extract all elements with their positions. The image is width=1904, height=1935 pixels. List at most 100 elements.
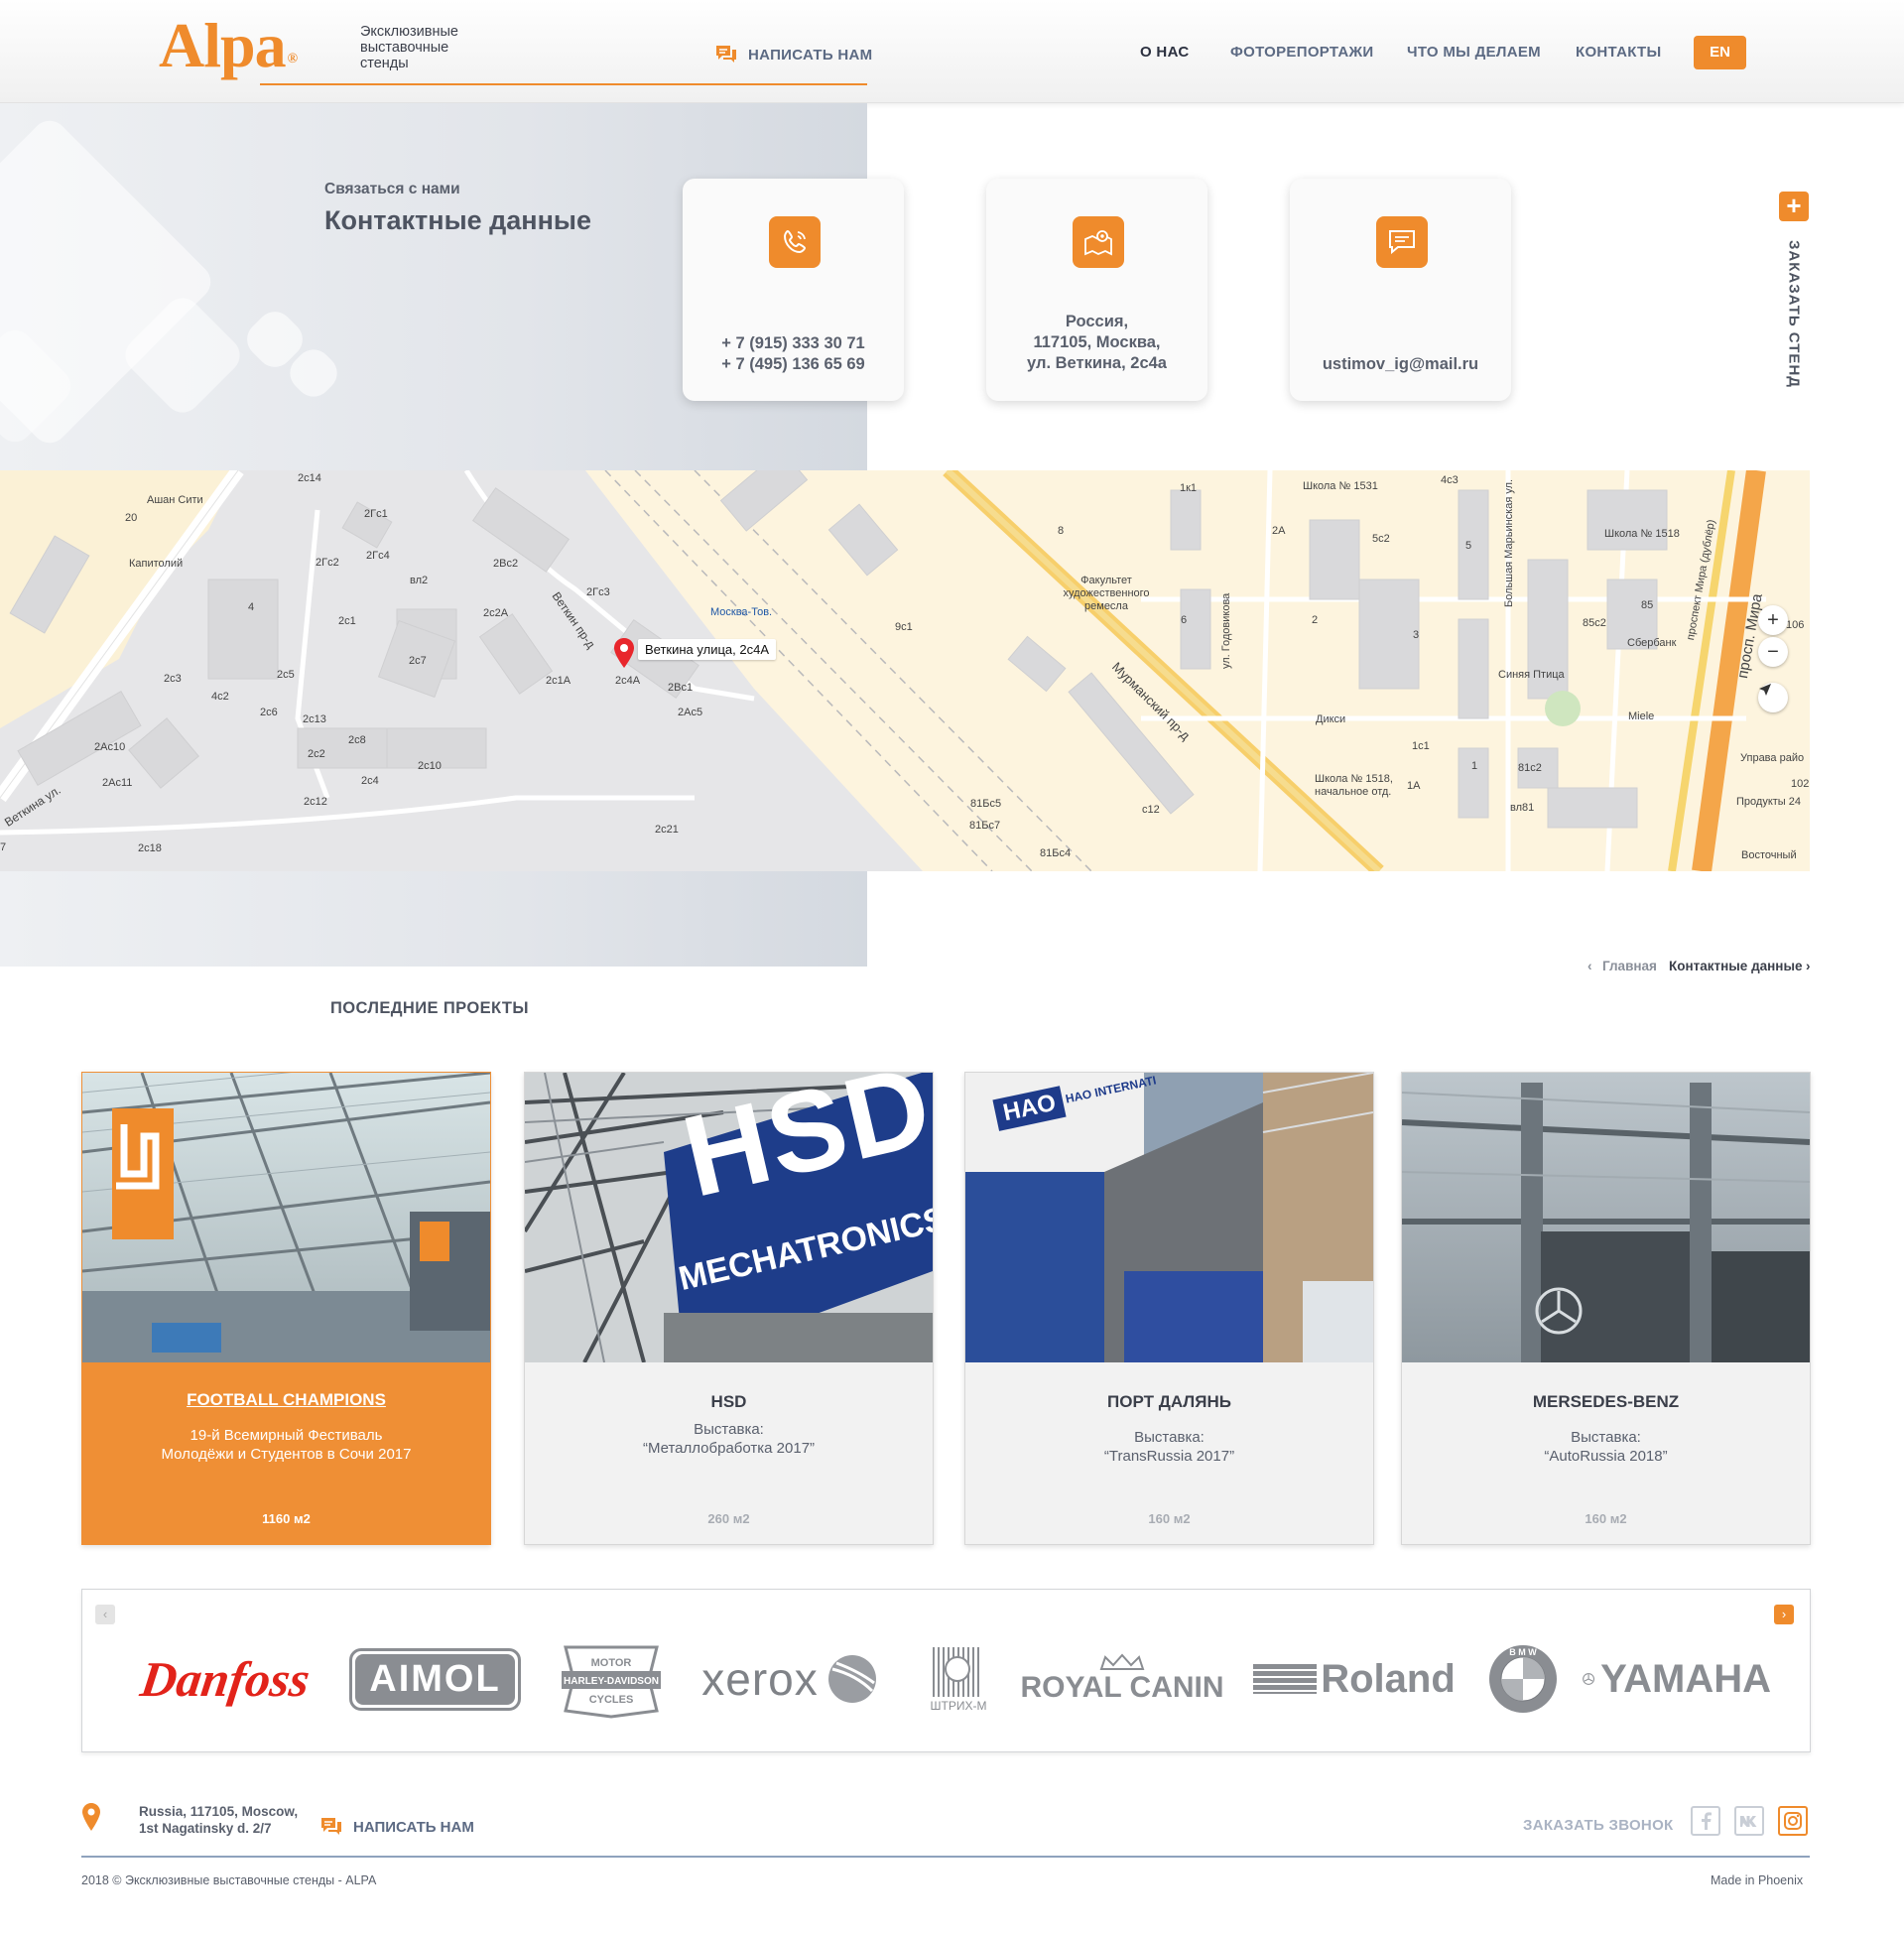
breadcrumb-separator-left: ‹ [1587,959,1592,973]
logo[interactable]: Alpa ® [159,12,298,79]
logo-royal-canin: ROYAL CANIN [1020,1644,1224,1714]
logo-shtrih-m: ШТРИХ-М [914,1644,1003,1714]
breadcrumb-home[interactable]: Главная [1602,959,1657,973]
project-photo [1402,1073,1810,1362]
map-label: 2с10 [418,760,442,772]
project-desc-line-1: Выставка: [694,1421,764,1438]
nav-what-we-do[interactable]: ЧТО МЫ ДЕЛАЕМ [1407,44,1541,61]
page-title: Контактные данные [324,205,591,235]
map-label: 2с14 [298,472,321,484]
project-name[interactable]: HSD [525,1392,933,1412]
email-link[interactable]: ustimov_ig@mail.ru [1290,354,1511,375]
map-label: 81Бс5 [970,798,1002,810]
request-call-link[interactable]: ЗАКАЗАТЬ ЗВОНОК [1523,1817,1674,1834]
logo-yamaha: YAMAHA [1583,1644,1771,1714]
site-header: Alpa ® Эксклюзивные выставочные стенды НА… [0,0,1904,103]
write-us-link[interactable]: НАПИСАТЬ НАМ [714,44,872,65]
logo-bmw: B M W [1483,1644,1563,1714]
map-label: 8 [1058,525,1065,537]
copyright: 2018 © Эксклюзивные выставочные стенды -… [81,1873,377,1887]
location-pin-icon [82,1803,100,1831]
chat-icon [716,46,736,63]
map-label: Miele [1628,710,1655,722]
language-switch-button[interactable]: EN [1694,36,1746,69]
map-label: 2 [1312,614,1319,626]
footer-address: Russia, 117105, Moscow, 1st Nagatinsky d… [139,1804,299,1836]
map-label: 2Ас10 [94,741,126,753]
map-label: 2с5 [277,669,295,681]
vk-icon[interactable] [1734,1806,1764,1836]
chat-icon [321,1818,341,1835]
map-label: 7 [0,841,7,853]
map-zoom-in-button[interactable]: + [1758,605,1788,635]
map-label: 85 [1641,599,1654,611]
project-name[interactable]: ПОРТ ДАЛЯНЬ [965,1392,1373,1412]
nav-photo-reports[interactable]: ФОТОРЕПОРТАЖИ [1230,44,1373,61]
svg-text:MOTOR: MOTOR [591,1657,632,1669]
latest-projects-title: ПОСЛЕДНИЕ ПРОЕКТЫ [330,999,529,1017]
project-name[interactable]: MERSEDES-BENZ [1402,1392,1810,1412]
tagline: Эксклюзивные выставочные стенды [360,24,458,71]
map-label: 2с4А [615,675,641,687]
map-locate-button[interactable] [1758,683,1788,712]
project-card[interactable]: FOOTBALL CHAMPIONS 19-й Всемирный Фестив… [81,1072,491,1545]
map-label: 2с1А [546,675,571,687]
map-label: 2с3 [164,673,182,685]
map-label: Сбербанк [1627,637,1677,649]
navigation-arrow-icon [1759,684,1771,696]
map-label: 2с2А [483,607,509,619]
svg-text:CYCLES: CYCLES [589,1694,634,1706]
order-stand-plus-button[interactable]: + [1779,192,1809,221]
project-desc-line-2: “AutoRussia 2018” [1544,1448,1668,1465]
project-card[interactable]: MERSEDES-BENZ Выставка: “AutoRussia 2018… [1401,1072,1811,1545]
clients-carousel: ‹ › Danfoss AIMOL MOTOR HARLEY-DAVIDSON CY… [81,1589,1811,1752]
nav-contacts[interactable]: КОНТАКТЫ [1576,44,1661,61]
crown-icon [1099,1653,1145,1670]
map-zoom-out-button[interactable]: − [1758,637,1788,667]
phone-2[interactable]: + 7 (495) 136 65 69 [683,354,904,375]
order-stand-link[interactable]: ЗАКАЗАТЬ СТЕНД [1786,240,1803,388]
map-label: Школа № 1531 [1303,480,1378,492]
phone-1[interactable]: + 7 (915) 333 30 71 [683,333,904,354]
map-label: Школа № 1518 [1604,528,1680,540]
map-label: Управа райо [1740,752,1805,764]
map-label: 5с2 [1372,533,1390,545]
map-pin-label: Веткина улица, 2с4А [638,639,776,660]
logo-xerox: xerox [686,1644,894,1714]
address-card: Россия, 117105, Москва, ул. Веткина, 2с4… [986,179,1207,401]
phone-card: + 7 (915) 333 30 71 + 7 (495) 136 65 69 [683,179,904,401]
map-label: 81Бс7 [969,820,1001,832]
map-label: Продукты 24 [1736,796,1801,808]
map-label: 81Бс4 [1040,847,1072,859]
map-label: 4с2 [211,691,229,703]
map-label: 4с3 [1441,474,1459,486]
map-label: Факультет художественного ремесла [1063,575,1150,612]
email-card: ustimov_ig@mail.ru [1290,179,1511,401]
facebook-icon[interactable] [1691,1806,1720,1836]
carousel-prev-button[interactable]: ‹ [95,1605,115,1624]
logo-aimol: AIMOL [338,1644,532,1714]
location-map[interactable]: 2с14 Ашан Сити 20 Капитолий 4 2Гс1 2Гс2 … [0,470,1810,871]
map-label: Восточный [1741,849,1797,861]
nav-about[interactable]: О НАС [1140,44,1189,61]
map-label: Синяя Птица [1498,669,1565,681]
project-desc-line-2: “TransRussia 2017” [1103,1448,1235,1465]
instagram-icon[interactable] [1778,1806,1808,1836]
map-label: вл2 [410,575,429,586]
address-line-3: ул. Веткина, 2с4а [1027,354,1167,372]
made-in-link[interactable]: Made in Phoenix [1711,1873,1803,1887]
carousel-next-button[interactable]: › [1774,1605,1794,1624]
project-card[interactable]: HSD MECHATRONICS HSD Выставка: “Металлоб… [524,1072,934,1545]
footer-write-us-link[interactable]: НАПИСАТЬ НАМ [319,1816,474,1838]
project-card[interactable]: HAO HAO INTERNATI ПОРТ ДАЛЯНЬ Выставка: … [964,1072,1374,1545]
map-label: 6 [1181,614,1188,626]
map-label: 2с13 [303,713,326,725]
map-label: Москва-Тов. [710,606,773,618]
map-label: 1с1 [1412,740,1430,752]
map-label: 4 [248,601,255,613]
map-label: 106 [1786,619,1805,631]
project-name[interactable]: FOOTBALL CHAMPIONS [82,1390,490,1410]
project-photo [82,1073,490,1362]
write-us-label: НАПИСАТЬ НАМ [748,46,873,64]
logo-roland: Roland [1245,1644,1463,1714]
